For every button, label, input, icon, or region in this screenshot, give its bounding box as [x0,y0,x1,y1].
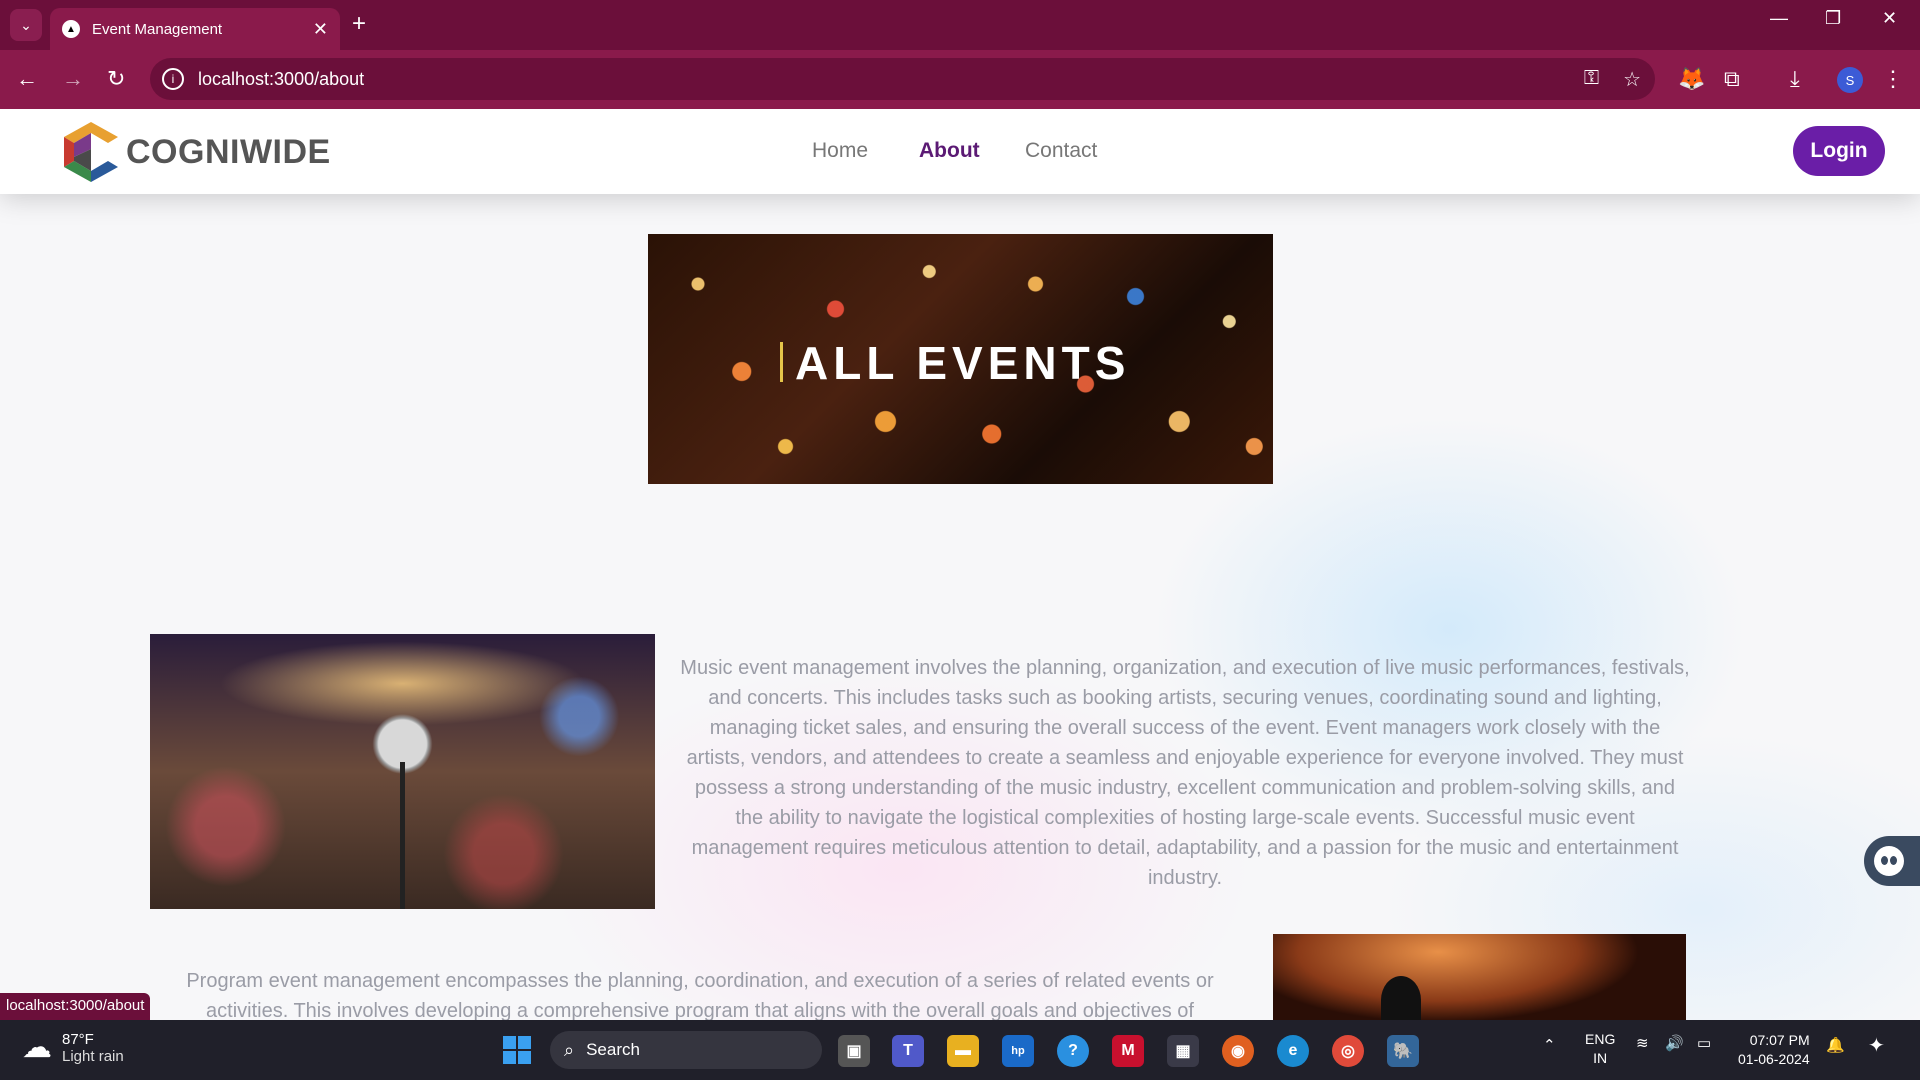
site-header: COGNIWIDE Home About Contact Login [0,109,1920,194]
postgres-icon[interactable]: 🐘 [1387,1035,1419,1067]
file-explorer-icon[interactable]: ▬ [947,1035,979,1067]
taskbar-search[interactable]: ⌕ Search [550,1031,822,1069]
music-event-paragraph: Music event management involves the plan… [680,657,1690,889]
address-url: localhost:3000/about [198,68,365,89]
page-viewport: COGNIWIDE Home About Contact Login ALL E… [0,109,1920,1020]
battery-icon[interactable]: ▭ [1697,1034,1711,1052]
windows-start-icon[interactable] [503,1036,531,1064]
address-bar[interactable]: i localhost:3000/about ⚿ ☆ [150,58,1655,100]
lang-top: ENG [1585,1031,1616,1047]
chatbot-face-icon [1874,846,1904,876]
tab-favicon-icon: ▲ [62,20,80,38]
lang-bottom: IN [1593,1050,1608,1066]
teams-icon[interactable]: T [892,1035,924,1067]
search-icon: ⌕ [564,1039,575,1060]
reload-icon[interactable]: ↻ [107,66,125,92]
clock-time: 07:07 PM [1749,1032,1810,1048]
back-icon[interactable]: ← [16,66,38,92]
download-icon[interactable]: ⤓ [1790,66,1800,92]
weather-desc: Light rain [62,1047,124,1065]
all-events-banner: ALL EVENTS [648,234,1273,484]
chrome-icon[interactable]: ◎ [1332,1035,1364,1067]
weather-widget[interactable]: ☁ 87°F Light rain [22,1030,124,1065]
browser-menu-icon[interactable]: ⋮ [1882,66,1904,92]
nav-home[interactable]: Home [812,139,868,163]
link-status-url: localhost:3000/about [0,993,151,1020]
clock-date: 01-06-2024 [1738,1051,1810,1067]
mcafee-icon[interactable]: M [1112,1035,1144,1067]
extensions-icon[interactable]: ⧉ [1724,66,1740,92]
copilot-icon[interactable]: ✦ [1868,1033,1885,1058]
nav-contact[interactable]: Contact [1025,139,1097,163]
help-icon[interactable]: ? [1057,1035,1089,1067]
minimize-icon[interactable]: — [1770,8,1788,29]
new-tab-button[interactable]: + [352,10,366,38]
bookmark-star-icon[interactable]: ☆ [1623,67,1641,92]
show-hidden-icons-icon[interactable]: ⌃ [1543,1036,1556,1054]
windows-taskbar: ☁ 87°F Light rain ⌕ Search ▣ T ▬ hp ? M … [0,1020,1920,1080]
wifi-icon[interactable]: ≋ [1636,1034,1649,1052]
store-icon[interactable]: ▦ [1167,1035,1199,1067]
password-key-icon[interactable]: ⚿ [1584,67,1599,92]
weather-temp: 87°F [62,1030,94,1048]
restore-icon[interactable]: ❐ [1825,8,1841,29]
taskbar-search-label: Search [586,1040,640,1059]
logo-text: COGNIWIDE [126,132,331,171]
metamask-extension-icon[interactable]: 🦊 [1678,66,1705,92]
taskbar-clock[interactable]: 07:07 PM 01-06-2024 [1738,1031,1810,1069]
banner-text: ALL EVENTS [795,337,1131,389]
browser-tab-active[interactable]: ▲ Event Management ✕ [50,8,340,50]
firefox-icon[interactable]: ◉ [1222,1035,1254,1067]
cogniwide-logo-icon [64,122,118,182]
performer-silhouette [1381,976,1421,1020]
tab-search-button[interactable]: ⌄ [10,9,42,41]
site-info-icon[interactable]: i [162,68,184,90]
myhp-icon[interactable]: hp [1002,1035,1034,1067]
microphone-stand [400,762,405,909]
tab-title: Event Management [92,20,223,38]
tab-close-icon[interactable]: ✕ [313,19,328,40]
login-button[interactable]: Login [1793,126,1885,176]
browser-tab-bar: ⌄ ▲ Event Management ✕ + — ❐ ✕ [0,0,1920,50]
profile-avatar[interactable]: S [1837,67,1863,93]
banner-accent-bar [780,342,783,382]
notification-bell-icon[interactable]: 🔔 [1826,1036,1845,1054]
close-window-icon[interactable]: ✕ [1882,8,1897,29]
site-logo[interactable]: COGNIWIDE [58,119,331,185]
browser-toolbar: ← → ↻ i localhost:3000/about ⚿ ☆ 🦊 ⧉ ⤓ ⋮ [0,50,1920,109]
forward-icon[interactable]: → [62,66,84,92]
volume-icon[interactable]: 🔊 [1665,1034,1684,1052]
stage-image [1273,934,1686,1020]
rain-cloud-icon: ☁ [22,1031,52,1064]
chatbot-widget[interactable] [1864,836,1920,886]
program-event-paragraph: Program event management encompasses the… [186,970,1214,1020]
nav-about[interactable]: About [919,139,980,163]
microphone-image [150,634,655,909]
task-view-icon[interactable]: ▣ [838,1035,870,1067]
edge-icon[interactable]: e [1277,1035,1309,1067]
language-indicator[interactable]: ENG IN [1585,1030,1615,1068]
